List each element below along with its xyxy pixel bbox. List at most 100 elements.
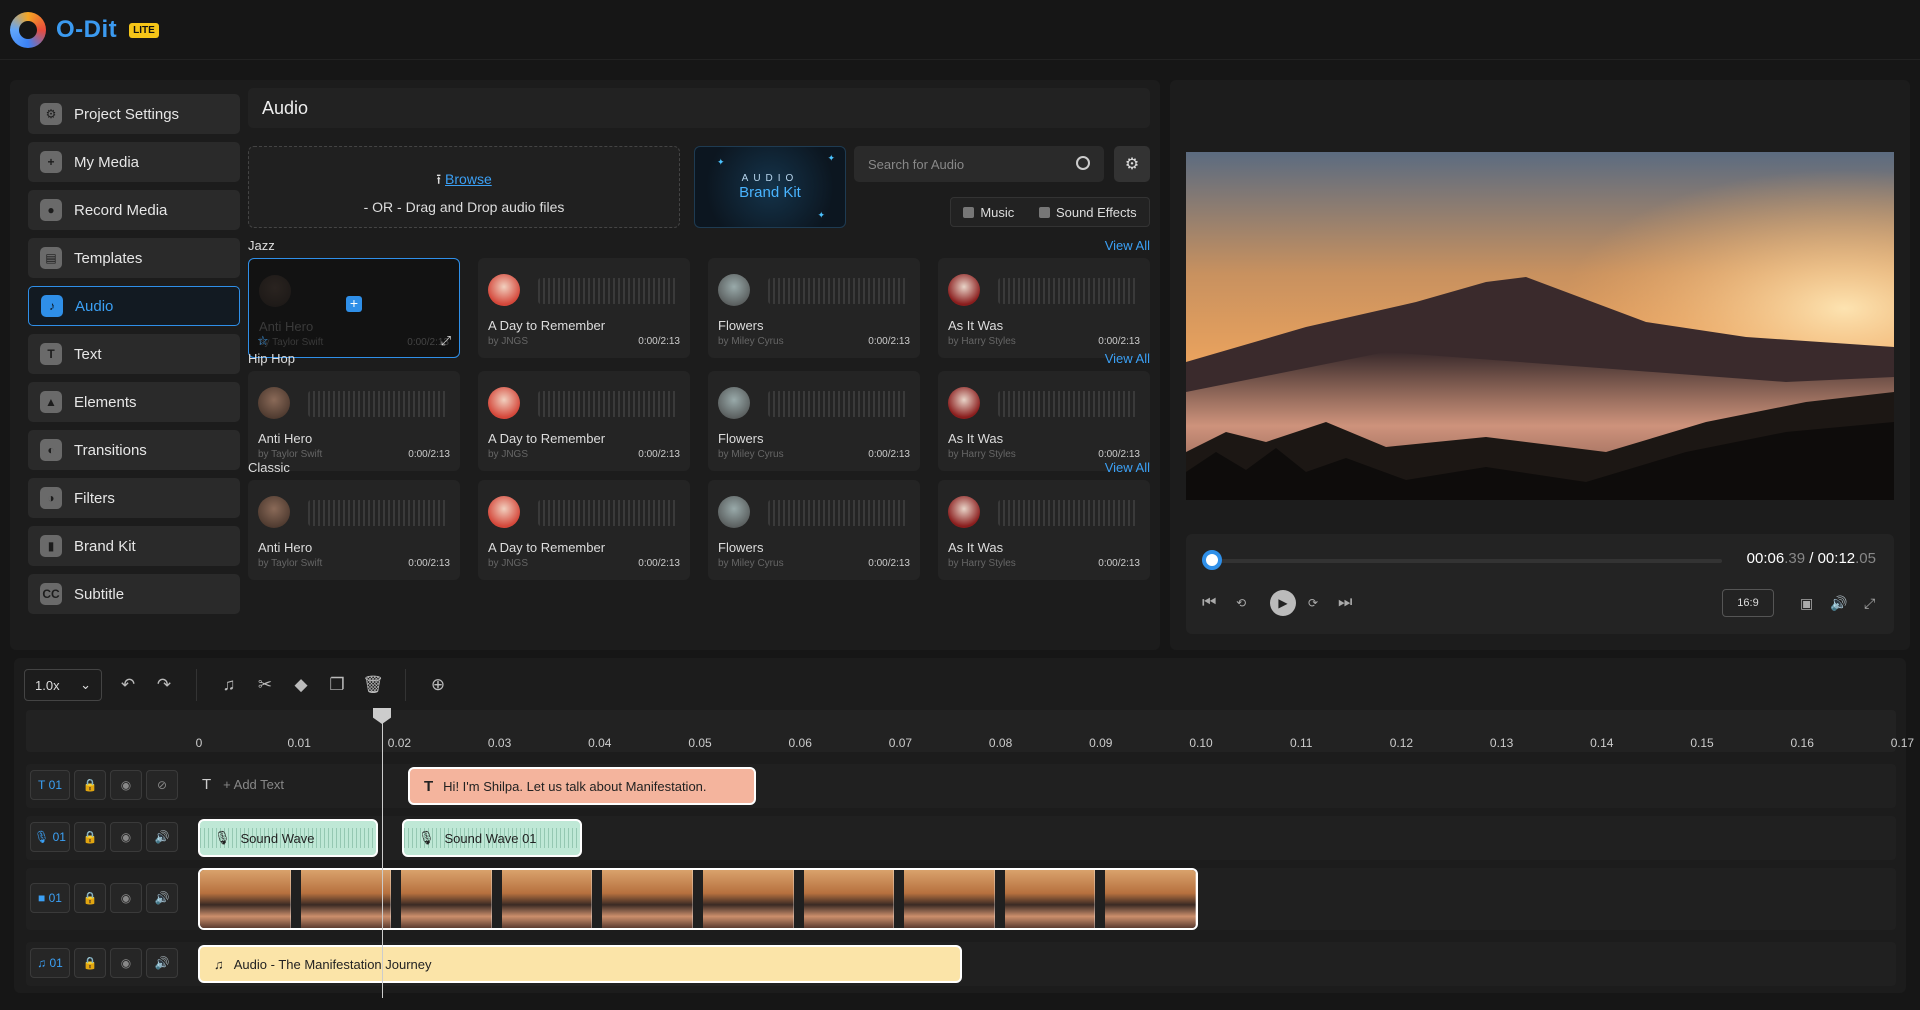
sound-wave-clip[interactable]: 🎙 Sound Wave — [198, 819, 378, 857]
visibility-button[interactable]: ◉ — [110, 770, 142, 800]
delete-button[interactable]: 🗑 — [355, 669, 391, 701]
favorite-icon[interactable]: ☆ — [257, 333, 269, 349]
hide-button[interactable]: ⊘ — [146, 770, 178, 800]
audio-track-card[interactable]: A Day to Remember by JNGS 0:00/2:13 — [478, 480, 690, 580]
app-logo[interactable]: O-Dit LITE — [10, 12, 159, 48]
sound-wave-clip[interactable]: 🎙 Sound Wave 01 — [402, 819, 582, 857]
audio-clip[interactable]: ♫ Audio - The Manifestation Journey — [198, 945, 962, 983]
waveform — [768, 278, 908, 304]
mute-button[interactable]: 🔊 — [146, 883, 178, 913]
video-frame-thumbnail — [702, 870, 794, 928]
audio-track-card[interactable]: A Day to Remember by JNGS 0:00/2:13 — [478, 258, 690, 358]
preview-panel: 00:06.39 / 00:12.05 ⏮ ⟲ ▶ ⟳ ⏭ 16:9 ▣ 🔊 ⤢ — [1170, 80, 1910, 650]
speed-select[interactable]: 1.0x ⌄ — [24, 669, 102, 701]
video-preview[interactable] — [1186, 152, 1894, 500]
sidebar-item-transitions[interactable]: ◐ Transitions — [28, 430, 240, 470]
upload-dropzone[interactable]: ⭱ Browse - OR - Drag and Drop audio file… — [248, 146, 680, 228]
sidebar-item-brand-kit[interactable]: ▮ Brand Kit — [28, 526, 240, 566]
search-icon[interactable] — [1076, 156, 1090, 170]
sidebar-item-filters[interactable]: ◑ Filters — [28, 478, 240, 518]
lock-button[interactable]: 🔒 — [74, 883, 106, 913]
total-time: 00:12 — [1817, 550, 1856, 567]
playhead[interactable] — [382, 718, 383, 998]
sidebar-item-record-media[interactable]: ● Record Media — [28, 190, 240, 230]
music-note-icon: ♫ — [37, 956, 47, 970]
aspect-ratio-button[interactable]: 16:9 — [1722, 589, 1774, 617]
add-track-button[interactable]: ⊕ — [420, 669, 456, 701]
track-title: As It Was — [948, 431, 1004, 446]
audio-track-card[interactable]: Flowers by Miley Cyrus 0:00/2:13 — [708, 371, 920, 471]
volume-icon[interactable]: 🔊 — [1830, 595, 1847, 612]
erase-button[interactable]: ◆ — [283, 669, 319, 701]
visibility-button[interactable]: ◉ — [110, 883, 142, 913]
audio-track-card[interactable]: As It Was by Harry Styles 0:00/2:13 — [938, 480, 1150, 580]
text-clip[interactable]: T Hi! I'm Shilpa. Let us talk about Mani… — [408, 767, 756, 805]
track-title: A Day to Remember — [488, 431, 606, 446]
add-music-button[interactable]: ♫ — [211, 669, 247, 701]
expand-icon[interactable]: ⤢ — [441, 333, 451, 349]
undo-button[interactable]: ↶ — [110, 669, 146, 701]
sidebar-item-elements[interactable]: ▲ Elements — [28, 382, 240, 422]
ruler-tick-label: 0.10 — [1189, 736, 1213, 750]
audio-track-card[interactable]: Flowers by Miley Cyrus 0:00/2:13 — [708, 258, 920, 358]
video-clip[interactable] — [198, 868, 1198, 930]
audio-search-input[interactable]: Search for Audio — [854, 146, 1104, 182]
sidebar-item-subtitle[interactable]: CC Subtitle — [28, 574, 240, 614]
panel-title: Audio — [248, 88, 1150, 128]
snapshot-icon[interactable]: ▣ — [1800, 595, 1813, 612]
audio-track-card[interactable]: As It Was by Harry Styles 0:00/2:13 — [938, 371, 1150, 471]
sidebar-item-templates[interactable]: ▤ Templates — [28, 238, 240, 278]
ruler-tick-label: 0.02 — [387, 736, 412, 750]
view-all-link[interactable]: View All — [1105, 351, 1150, 366]
split-button[interactable]: ✂ — [247, 669, 283, 701]
sidebar-item-text[interactable]: T Text — [28, 334, 240, 374]
fullscreen-icon[interactable]: ⤢ — [1864, 595, 1875, 612]
browse-link[interactable]: Browse — [445, 171, 492, 187]
sidebar-item-label: Audio — [75, 297, 114, 315]
audio-track-card[interactable]: As It Was by Harry Styles 0:00/2:13 — [938, 258, 1150, 358]
redo-button[interactable]: ↷ — [146, 669, 182, 701]
audio-track-card[interactable]: Anti Hero by Taylor Swift 0:00/2:13 — [248, 480, 460, 580]
filter-settings-button[interactable]: ⚙ — [1114, 146, 1150, 182]
lock-button[interactable]: 🔒 — [74, 770, 106, 800]
music-tab[interactable]: Music — [963, 205, 1014, 220]
add-text-button[interactable]: T + Add Text — [202, 776, 284, 793]
audio-track-card[interactable]: Anti Hero by Taylor Swift 0:00/2:13 — [248, 371, 460, 471]
sidebar-item-audio[interactable]: ♪ Audio — [28, 286, 240, 326]
brand-kit-icon: ▮ — [40, 535, 62, 557]
lock-button[interactable]: 🔒 — [74, 822, 106, 852]
sidebar-item-my-media[interactable]: + My Media — [28, 142, 240, 182]
mute-button[interactable]: 🔊 — [146, 822, 178, 852]
ruler-tick-label: 0.15 — [1690, 736, 1714, 750]
lock-button[interactable]: 🔒 — [74, 948, 106, 978]
rewind-10-icon[interactable]: ⟲ — [1236, 596, 1246, 610]
add-to-timeline-button[interactable]: + — [346, 296, 362, 312]
audio-brand-kit-button[interactable]: ✦ ✦ ✦ AUDIO Brand Kit — [694, 146, 846, 228]
forward-10-icon[interactable]: ⟳ — [1308, 596, 1318, 610]
sidebar-item-project-settings[interactable]: ⚙ Project Settings — [28, 94, 240, 134]
track-artist: by Taylor Swift — [258, 449, 323, 460]
audio-track-card[interactable]: A Day to Remember by JNGS 0:00/2:13 — [478, 371, 690, 471]
duplicate-button[interactable]: ❐ — [319, 669, 355, 701]
timeline-ruler[interactable]: 0 0.01 0.02 0.03 0.04 0.05 0.06 0.07 0.08 0.09 0.1… — [26, 710, 1914, 752]
volume-icon: 🔊 — [154, 830, 170, 844]
view-all-link[interactable]: View All — [1105, 238, 1150, 253]
audio-track-card[interactable]: Flowers by Miley Cyrus 0:00/2:13 — [708, 480, 920, 580]
skip-end-icon[interactable]: ⏭ — [1338, 594, 1352, 612]
view-all-link[interactable]: View All — [1105, 460, 1150, 475]
volume-icon: 🔊 — [154, 891, 170, 905]
sound-effects-tab[interactable]: Sound Effects — [1038, 205, 1137, 220]
audio-track-card[interactable]: Anti Hero by Taylor Swift 0:00/2:13 + ☆ ⤢ — [248, 258, 460, 358]
play-button[interactable]: ▶ — [1270, 590, 1296, 616]
music-note-icon: ♪ — [41, 295, 63, 317]
artist-avatar — [259, 275, 291, 307]
track-duration: 0:00/2:13 — [408, 449, 450, 460]
progress-track[interactable] — [1212, 559, 1722, 563]
visibility-button[interactable]: ◉ — [110, 822, 142, 852]
progress-knob[interactable] — [1202, 550, 1222, 570]
mute-button[interactable]: 🔊 — [146, 948, 178, 978]
music-note-icon: ♫ — [214, 956, 224, 972]
visibility-button[interactable]: ◉ — [110, 948, 142, 978]
skip-start-icon[interactable]: ⏮ — [1202, 594, 1216, 612]
text-track: T 01 🔒 ◉ ⊘ T + Add Text T Hi! I'm Shilpa.… — [26, 764, 1896, 808]
